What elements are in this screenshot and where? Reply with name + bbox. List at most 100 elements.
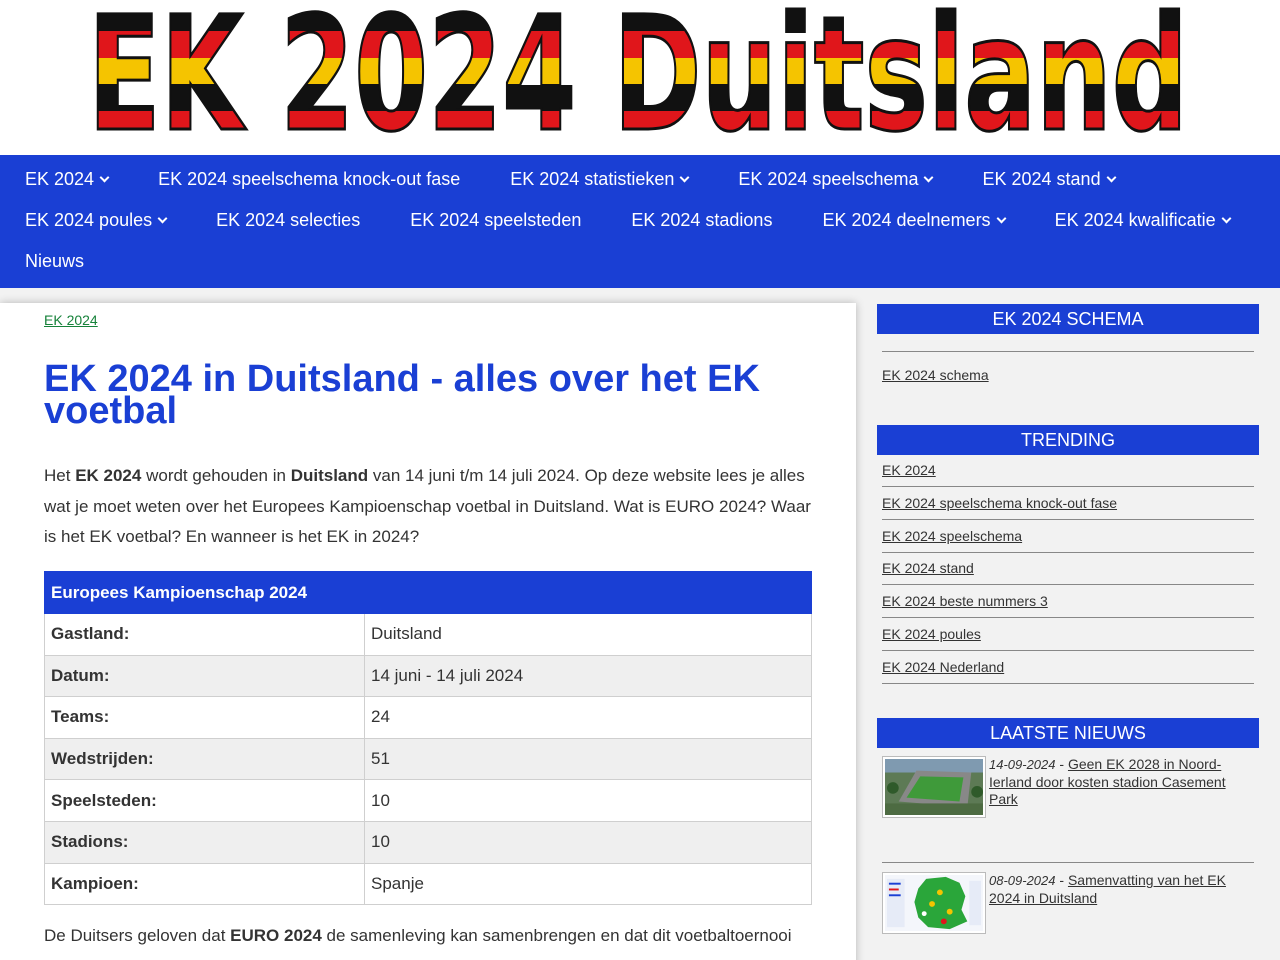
site-logo[interactable]: EK 2024 Duitsland [88, 4, 1192, 138]
intro-bold-2: Duitsland [290, 466, 369, 485]
nav-row-2: EK 2024 poules EK 2024 selecties EK 2024 s… [0, 200, 1255, 241]
trending-link[interactable]: EK 2024 speelschema [882, 528, 1022, 544]
table-cell-value: 51 [364, 737, 812, 781]
nav-item-label: EK 2024 poules [25, 210, 153, 230]
news-thumbnail-stadium[interactable] [882, 756, 986, 818]
chevron-down-icon [99, 172, 110, 183]
main-navigation: EK 2024 EK 2024 speelschema knock-out fas… [0, 155, 1280, 288]
table-cell-value: Duitsland [364, 613, 812, 656]
nav-item-row1-1[interactable]: EK 2024 speelschema knock-out fase [133, 169, 485, 190]
nav-item-row2-3[interactable]: EK 2024 stadions [606, 210, 797, 231]
nav-item-row1-0[interactable]: EK 2024 [0, 169, 133, 190]
nav-item-label: EK 2024 kwalificatie [1054, 210, 1216, 230]
widget-title-trending: TRENDING [877, 425, 1259, 455]
nav-item-label: Nieuws [25, 251, 85, 271]
table-row: Kampioen: Spanje [44, 862, 812, 906]
intro-paragraph: Het EK 2024 wordt gehouden in Duitsland … [44, 461, 824, 553]
divider [882, 650, 1254, 651]
news-thumbnail-map[interactable] [882, 872, 986, 934]
widget-title-schema: EK 2024 SCHEMA [877, 304, 1259, 334]
nav-item-label: EK 2024 [25, 169, 95, 189]
nav-item-row2-5[interactable]: EK 2024 kwalificatie [1030, 210, 1255, 231]
table-row: Datum: 14 juni - 14 juli 2024 [44, 654, 812, 698]
body-text-2: de samenleving kan samenbrengen en dat d… [321, 926, 792, 945]
nav-item-label: EK 2024 stadions [631, 210, 773, 230]
table-row: Teams: 24 [44, 696, 812, 739]
sidebar-link-schema[interactable]: EK 2024 schema [882, 367, 989, 383]
site-header: EK 2024 Duitsland [0, 0, 1280, 155]
body-text-1: De Duitsers geloven dat [44, 926, 231, 945]
nav-item-label: EK 2024 stand [982, 169, 1101, 189]
intro-text-1: Het [44, 466, 76, 485]
nav-item-row1-2[interactable]: EK 2024 statistieken [485, 169, 713, 190]
nav-item-label: EK 2024 speelschema [738, 169, 919, 189]
table-cell-value: 24 [364, 696, 812, 739]
news-date: 08-09-2024 [989, 873, 1056, 888]
nav-item-label: EK 2024 speelsteden [410, 210, 582, 230]
nav-item-row2-4[interactable]: EK 2024 deelnemers [797, 210, 1029, 231]
table-cell-label: Kampioen: [44, 862, 365, 906]
divider [882, 518, 1254, 520]
trending-link[interactable]: EK 2024 Nederland [882, 659, 1004, 675]
stadium-image-icon [885, 759, 983, 815]
chevron-down-icon [924, 172, 934, 183]
trending-link[interactable]: EK 2024 speelschema knock-out fase [882, 495, 1117, 511]
table-cell-value: 10 [364, 779, 812, 822]
body-bold-1: EURO 2024 [230, 926, 322, 945]
nav-item-row3-0[interactable]: Nieuws [0, 251, 109, 272]
table-cell-value: 14 juni - 14 juli 2024 [364, 654, 812, 698]
table-cell-label: Speelsteden: [44, 779, 365, 822]
logo-graphic: EK 2024 Duitsland [88, 4, 1190, 138]
table-cell-label: Datum: [44, 654, 365, 698]
nav-row-1: EK 2024 EK 2024 speelschema knock-out fas… [0, 159, 1140, 200]
widget-title-news: LAATSTE NIEUWS [877, 718, 1259, 748]
page-title: EK 2024 in Duitsland - alles over het EK… [44, 358, 760, 432]
news-separator: - [1055, 872, 1068, 888]
table-row: Wedstrijden: 51 [44, 737, 812, 781]
nav-item-row1-4[interactable]: EK 2024 stand [957, 169, 1139, 190]
nav-item-row2-0[interactable]: EK 2024 poules [0, 210, 191, 231]
trending-link[interactable]: EK 2024 poules [882, 626, 981, 642]
divider [882, 551, 1254, 553]
table-row: Stadions: 10 [44, 820, 812, 864]
divider [882, 862, 1254, 863]
table-cell-label: Wedstrijden: [44, 737, 365, 781]
chevron-down-icon [996, 213, 1007, 224]
tournament-info-table: Europees Kampioenschap 2024 Gastland: Dui… [44, 571, 812, 906]
news-text: 14-09-2024 - Geen EK 2028 in Noord-Ierla… [989, 756, 1239, 809]
table-cell-label: Gastland: [44, 613, 365, 656]
trending-link[interactable]: EK 2024 beste nummers 3 [882, 593, 1048, 609]
intro-text-2: wordt gehouden in [141, 466, 291, 485]
trending-link[interactable]: EK 2024 stand [882, 560, 974, 576]
nav-item-row2-2[interactable]: EK 2024 speelsteden [385, 210, 606, 231]
nav-item-label: EK 2024 speelschema knock-out fase [158, 169, 461, 189]
table-cell-value: Spanje [364, 862, 812, 906]
main-content: EK 2024 EK 2024 in Duitsland - alles ove… [0, 303, 856, 960]
chevron-down-icon [1106, 172, 1117, 183]
table-cell-label: Stadions: [44, 820, 365, 864]
table-row: Gastland: Duitsland [44, 613, 812, 656]
intro-bold-1: EK 2024 [75, 466, 142, 485]
chevron-down-icon [157, 213, 168, 224]
divider [882, 682, 1254, 684]
nav-row-3: Nieuws [0, 241, 109, 282]
news-separator: - [1055, 756, 1068, 772]
table-row: Speelsteden: 10 [44, 779, 812, 822]
nav-item-row1-3[interactable]: EK 2024 speelschema [713, 169, 957, 190]
news-date: 14-09-2024 [989, 757, 1056, 772]
divider [882, 351, 1254, 352]
table-cell-value: 10 [364, 820, 812, 864]
germany-map-icon [885, 875, 983, 931]
nav-item-label: EK 2024 statistieken [510, 169, 675, 189]
trending-link[interactable]: EK 2024 [882, 462, 936, 478]
divider [882, 617, 1254, 619]
news-text: 08-09-2024 - Samenvatting van het EK 202… [989, 872, 1239, 907]
divider [882, 486, 1254, 487]
table-header: Europees Kampioenschap 2024 [44, 571, 812, 614]
breadcrumb-link[interactable]: EK 2024 [44, 312, 98, 328]
table-cell-label: Teams: [44, 696, 365, 739]
nav-item-label: EK 2024 deelnemers [822, 210, 991, 230]
divider [882, 584, 1254, 586]
body-paragraph: De Duitsers geloven dat EURO 2024 de sam… [44, 924, 834, 948]
nav-item-row2-1[interactable]: EK 2024 selecties [191, 210, 385, 231]
